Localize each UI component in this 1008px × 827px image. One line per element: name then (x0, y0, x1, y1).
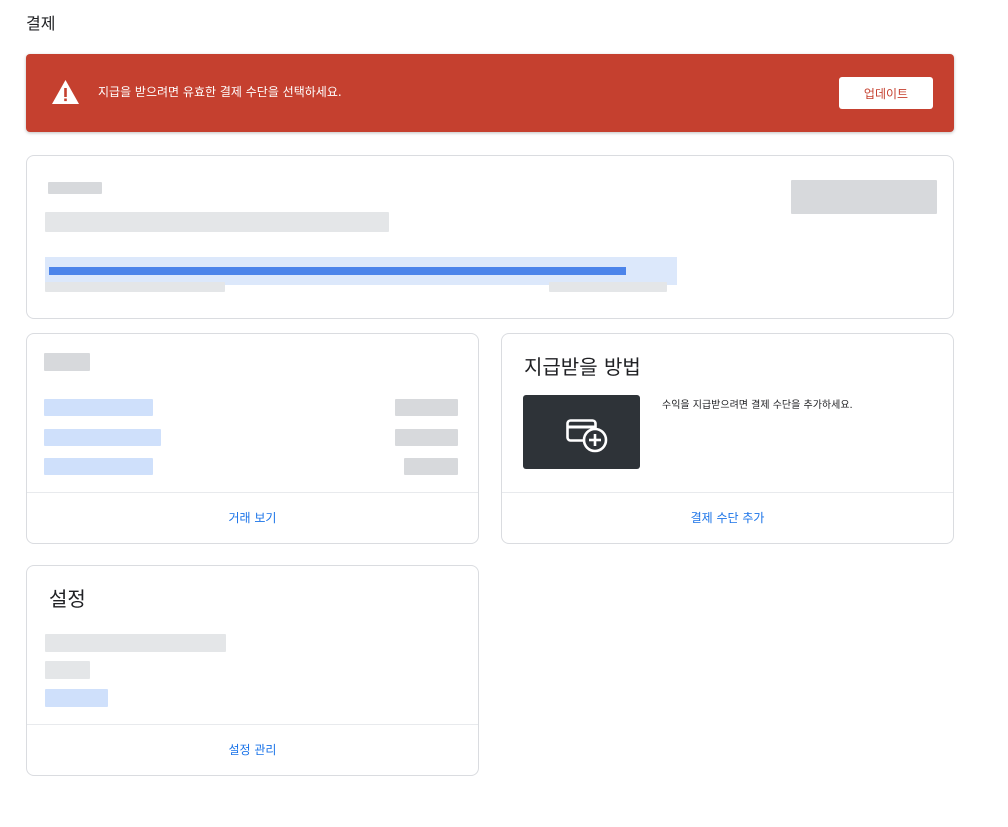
earnings-card (26, 155, 954, 319)
earnings-amount-redacted (791, 180, 937, 214)
settings-card: 설정 설정 관리 (26, 565, 479, 776)
transaction-link-redacted[interactable] (44, 399, 153, 416)
payment-method-description: 수익을 지급받으려면 결제 수단을 추가하세요. (662, 400, 853, 411)
view-transactions-link[interactable]: 거래 보기 (27, 509, 478, 526)
earnings-progress-bar (45, 257, 677, 285)
progress-left-label-redacted (45, 282, 225, 292)
update-button[interactable]: 업데이트 (839, 77, 933, 109)
card-divider (27, 492, 478, 493)
settings-title: 설정 (49, 587, 86, 611)
add-card-icon (566, 419, 608, 453)
transaction-amount-redacted (395, 399, 458, 416)
transactions-card: 거래 보기 (26, 333, 479, 544)
add-payment-method-link[interactable]: 결제 수단 추가 (502, 509, 953, 526)
transaction-amount-redacted (395, 429, 458, 446)
transaction-amount-redacted (404, 458, 458, 475)
transaction-link-redacted[interactable] (44, 429, 161, 446)
transactions-title-redacted (44, 353, 90, 371)
earnings-summary-redacted (45, 212, 389, 232)
settings-line-redacted (45, 661, 90, 679)
settings-line-redacted (45, 634, 226, 652)
alert-message: 지급을 받으려면 유효한 결제 수단을 선택하세요. (98, 85, 342, 99)
page-title: 결제 (26, 14, 56, 33)
earnings-progress-fill (49, 267, 626, 275)
card-divider (502, 492, 953, 493)
card-divider (27, 724, 478, 725)
earnings-title-redacted (48, 182, 102, 194)
warning-icon (52, 80, 79, 104)
payment-method-thumbnail (523, 395, 640, 469)
payment-method-title: 지급받을 방법 (524, 355, 641, 379)
transaction-link-redacted[interactable] (44, 458, 153, 475)
manage-settings-link[interactable]: 설정 관리 (27, 741, 478, 758)
progress-right-label-redacted (549, 282, 667, 292)
settings-link-redacted[interactable] (45, 689, 108, 707)
